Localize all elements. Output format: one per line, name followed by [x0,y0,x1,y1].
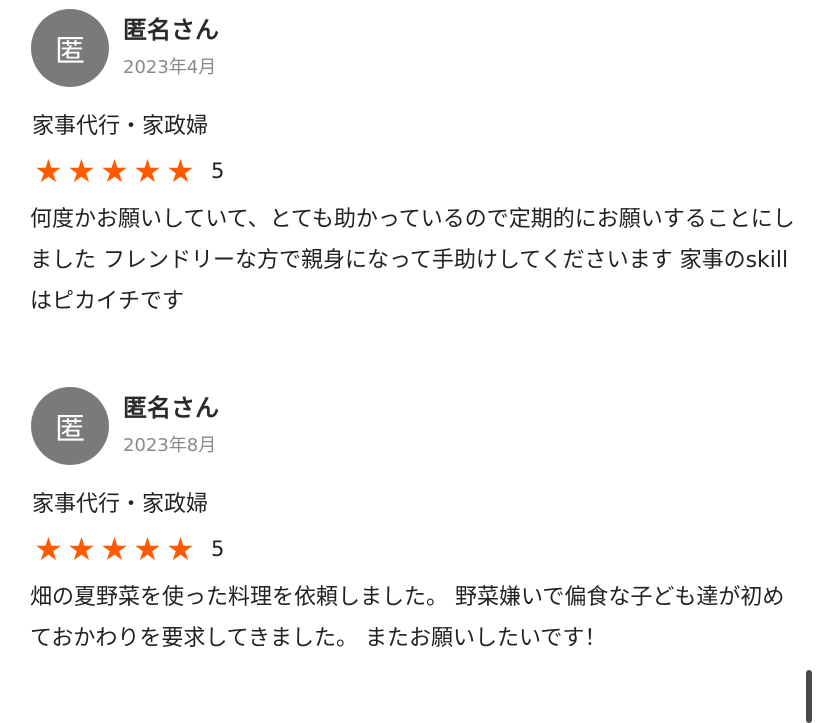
star-icon: ★ [166,152,195,190]
reviewer-name: 匿名さん [123,394,219,422]
scrollbar[interactable] [806,670,812,723]
star-rating: ★ ★ ★ ★ ★ [32,533,197,565]
service-category: 家事代行・家政婦 [32,492,209,517]
rating-value: 5 [211,159,225,183]
avatar: 匿 [31,9,109,87]
star-icon: ★ [34,152,63,190]
rating: ★ ★ ★ ★ ★ 5 [32,154,224,188]
star-icon: ★ [133,152,162,190]
reviewer-name: 匿名さん [123,16,219,44]
star-icon: ★ [67,530,96,568]
star-icon: ★ [166,530,195,568]
avatar: 匿 [31,387,109,465]
star-icon: ★ [133,530,162,568]
review-text: 何度かお願いしていて、とても助かっているので定期的にお願いすることにしました フ… [30,207,795,314]
star-icon: ★ [100,152,129,190]
review-date: 2023年8月 [123,435,217,456]
service-category: 家事代行・家政婦 [32,114,209,139]
rating-value: 5 [211,537,225,561]
star-icon: ★ [34,530,63,568]
star-icon: ★ [67,152,96,190]
review-text: 畑の夏野菜を使った料理を依頼しました。 野菜嫌いで偏食な子ども達が初めておかわり… [30,585,785,651]
rating: ★ ★ ★ ★ ★ 5 [32,532,224,566]
review-date: 2023年4月 [123,57,217,78]
star-rating: ★ ★ ★ ★ ★ [32,155,197,187]
reviews-page: 匿 匿名さん 2023年4月 家事代行・家政婦 ★ ★ ★ ★ ★ 5 何度かお… [0,0,820,723]
star-icon: ★ [100,530,129,568]
